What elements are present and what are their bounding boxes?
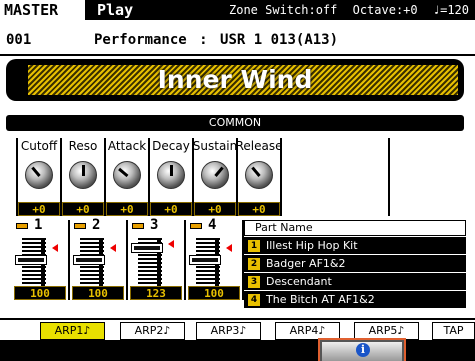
part-number: 1 (34, 217, 43, 233)
knob-sustain[interactable]: Sustain +0 (192, 138, 238, 216)
common-header: COMMON (6, 115, 464, 131)
level-arrow-icon (110, 244, 116, 252)
performance-info: Performance : USR 1 013(A13) (94, 32, 342, 48)
part-3[interactable]: 3 123 (130, 217, 186, 300)
performance-label: Performance (94, 32, 187, 48)
part-name-list: Part Name 1 Illest Hip Hop Kit 2 Badger … (244, 220, 466, 310)
part-index-badge: 4 (248, 293, 260, 306)
part-volume: 100 (188, 286, 240, 300)
part-header: 3 (132, 217, 184, 234)
performance-name: Inner Wind (157, 65, 313, 94)
main-panel: 001 Performance : USR 1 013(A13) Inner W… (0, 20, 475, 318)
level-arrow-icon (52, 244, 58, 252)
knob-label: Sustain (192, 139, 238, 153)
knob-dial-icon[interactable] (245, 161, 273, 189)
part-faders: 1 100 2 100 3 123 4 100 (14, 217, 246, 300)
arp1-button[interactable]: ARP1♪ (40, 322, 105, 340)
mode-label: Play (85, 0, 161, 20)
top-status-bar: MASTER Play Zone Switch:off Octave:+0 ♩=… (0, 0, 475, 20)
performance-number: 001 (6, 32, 32, 48)
mute-indicator-icon[interactable] (74, 223, 86, 229)
part-index-badge: 1 (248, 239, 260, 252)
knob-release[interactable]: Release +0 (235, 138, 283, 216)
common-knobs: Cutoff +0 Reso +0 Attack +0 Decay +0 Sus… (16, 138, 282, 216)
part-name-header: Part Name (244, 220, 466, 236)
knob-label: Reso (68, 139, 98, 153)
part-name: Illest Hip Hop Kit (266, 238, 358, 252)
knob-dial-icon[interactable] (25, 161, 53, 189)
list-item[interactable]: 4 The Bitch AT AF1&2 (244, 290, 466, 308)
knob-dial-icon[interactable] (69, 161, 97, 189)
mute-indicator-icon[interactable] (132, 223, 144, 229)
part-volume: 123 (130, 286, 182, 300)
part-2[interactable]: 2 100 (72, 217, 128, 300)
part-header: 1 (16, 217, 68, 234)
tap-button[interactable]: TAP (432, 322, 475, 340)
part-1[interactable]: 1 100 (14, 217, 70, 300)
arp3-button[interactable]: ARP3♪ (196, 322, 261, 340)
arp2-button[interactable]: ARP2♪ (120, 322, 185, 340)
part-volume: 100 (14, 286, 66, 300)
arp-button-bar: ARP1♪ ARP2♪ ARP3♪ ARP4♪ ARP5♪ TAP (0, 318, 475, 340)
part-name: Descendant (266, 274, 332, 288)
level-arrow-icon (226, 244, 232, 252)
performance-name-banner[interactable]: Inner Wind (6, 59, 464, 101)
part-volume: 100 (72, 286, 124, 300)
knob-attack[interactable]: Attack +0 (106, 138, 150, 216)
zone-switch-status: Zone Switch:off (229, 3, 338, 17)
knob-value: +0 (18, 202, 60, 216)
knob-label: Cutoff (20, 139, 58, 153)
fader-cap-icon[interactable] (74, 256, 104, 264)
knob-value: +0 (194, 202, 236, 216)
knob-cutoff[interactable]: Cutoff +0 (18, 138, 62, 216)
divider (0, 54, 475, 56)
knob-dial-icon[interactable] (157, 161, 185, 189)
part-index-badge: 2 (248, 257, 260, 270)
knob-reso[interactable]: Reso +0 (62, 138, 106, 216)
part-number: 2 (92, 217, 101, 233)
level-arrow-icon (168, 240, 174, 248)
list-item[interactable]: 3 Descendant (244, 272, 466, 290)
knob-value: +0 (238, 202, 280, 216)
part-index-badge: 3 (248, 275, 260, 288)
info-button[interactable]: i (318, 338, 406, 361)
part-4[interactable]: 4 100 (188, 217, 244, 300)
mute-indicator-icon[interactable] (190, 223, 202, 229)
list-item[interactable]: 1 Illest Hip Hop Kit (244, 236, 466, 254)
knob-label: Attack (107, 139, 147, 153)
knob-dial-icon[interactable] (113, 161, 141, 189)
fader-cap-icon[interactable] (190, 256, 220, 264)
knob-decay[interactable]: Decay +0 (150, 138, 194, 216)
list-item[interactable]: 2 Badger AF1&2 (244, 254, 466, 272)
knob-label: Decay (152, 139, 190, 153)
fader-cap-icon[interactable] (132, 244, 162, 252)
part-number: 3 (150, 217, 159, 233)
divider (388, 138, 390, 216)
info-icon: i (356, 343, 370, 357)
knob-value: +0 (106, 202, 148, 216)
mute-indicator-icon[interactable] (16, 223, 28, 229)
part-header: 4 (190, 217, 242, 234)
knob-label: Release (235, 139, 283, 153)
fader-cap-icon[interactable] (16, 256, 46, 264)
master-label: MASTER (0, 0, 85, 20)
part-number: 4 (208, 217, 217, 233)
part-name: Badger AF1&2 (266, 256, 346, 270)
status-info: Zone Switch:off Octave:+0 ♩=120 (221, 0, 469, 20)
part-header: 2 (74, 217, 126, 234)
tempo-status: ♩=120 (432, 3, 469, 17)
part-name: The Bitch AT AF1&2 (266, 292, 375, 306)
knob-dial-icon[interactable] (201, 161, 229, 189)
performance-separator: : (199, 32, 208, 48)
octave-status: Octave:+0 (352, 3, 418, 17)
performance-bank: USR 1 013(A13) (220, 32, 339, 48)
knob-value: +0 (150, 202, 192, 216)
knob-value: +0 (62, 202, 104, 216)
